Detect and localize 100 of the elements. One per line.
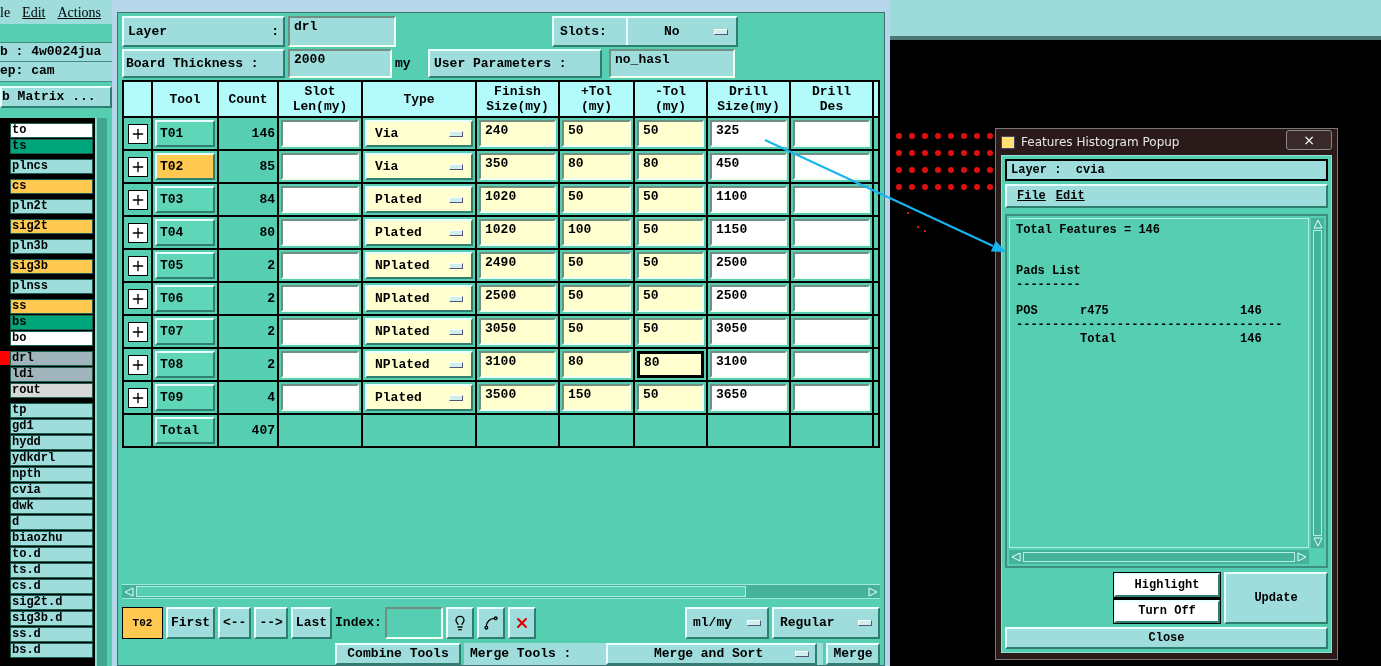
expand-button[interactable] (127, 123, 148, 144)
update-button[interactable]: Update (1224, 572, 1328, 624)
slot-length-field[interactable] (281, 318, 359, 345)
layer-item[interactable]: to (10, 122, 93, 138)
tool-button[interactable]: T05 (155, 252, 215, 279)
minus-tolerance-field[interactable]: 50 (637, 285, 704, 312)
highlight-button[interactable]: Highlight (1114, 573, 1220, 597)
finish-size-field[interactable]: 1020 (479, 219, 556, 246)
slot-length-field[interactable] (281, 285, 359, 312)
plus-tolerance-field[interactable]: 80 (562, 153, 631, 180)
type-dropdown[interactable]: Plated (365, 384, 473, 411)
index-field[interactable] (384, 607, 443, 639)
mode-dropdown[interactable]: Regular (772, 607, 880, 639)
minus-tolerance-field[interactable]: 50 (637, 252, 704, 279)
tool-button[interactable]: T03 (155, 186, 215, 213)
tool-button[interactable]: T07 (155, 318, 215, 345)
drill-description-field[interactable] (793, 351, 870, 378)
drill-size-field[interactable]: 2500 (710, 252, 787, 279)
merge-button[interactable]: Merge (826, 643, 880, 665)
finish-size-field[interactable]: 2500 (479, 285, 556, 312)
layer-item[interactable]: hydd (10, 434, 93, 450)
finish-size-field[interactable]: 350 (479, 153, 556, 180)
combine-tools-button[interactable]: Combine Tools (335, 643, 461, 665)
user-parameters-field[interactable]: no_hasl (609, 49, 735, 78)
tool-button[interactable]: T02 (155, 153, 215, 180)
drill-description-field[interactable] (793, 252, 870, 279)
plus-tolerance-field[interactable]: 50 (562, 285, 631, 312)
layer-item[interactable]: ts (10, 138, 93, 154)
finish-size-field[interactable]: 3050 (479, 318, 556, 345)
slot-length-field[interactable] (281, 351, 359, 378)
finish-size-field[interactable]: 240 (479, 120, 556, 147)
layer-item[interactable]: ss (10, 298, 93, 314)
expand-button[interactable] (127, 288, 148, 309)
layer-item[interactable]: sig2t (10, 218, 93, 234)
drill-description-field[interactable] (793, 384, 870, 411)
layer-field[interactable]: drl (288, 16, 396, 47)
type-dropdown[interactable]: Via (365, 153, 473, 180)
type-dropdown[interactable]: Plated (365, 186, 473, 213)
finish-size-field[interactable]: 2490 (479, 252, 556, 279)
drill-size-field[interactable]: 1100 (710, 186, 787, 213)
horizontal-scrollbar[interactable] (122, 584, 880, 599)
scroll-up-icon[interactable] (1312, 219, 1323, 229)
thickness-field[interactable]: 2000 (288, 49, 392, 78)
expand-button[interactable] (127, 156, 148, 177)
type-dropdown[interactable]: Plated (365, 219, 473, 246)
tool-button[interactable]: T08 (155, 351, 215, 378)
layer-item[interactable]: ydkdrl (10, 450, 93, 466)
expand-button[interactable] (127, 387, 148, 408)
expand-button[interactable] (127, 354, 148, 375)
drill-description-field[interactable] (793, 186, 870, 213)
menu-item[interactable]: Edit (1055, 187, 1085, 205)
layer-item[interactable]: bo (10, 330, 93, 346)
scroll-down-icon[interactable] (1312, 537, 1323, 547)
minus-tolerance-field[interactable]: 80 (637, 153, 704, 180)
scroll-right-icon[interactable] (868, 586, 878, 597)
tool-button[interactable]: T06 (155, 285, 215, 312)
delete-button[interactable] (507, 607, 536, 639)
layer-item[interactable]: ts.d (10, 562, 93, 578)
slot-length-field[interactable] (281, 186, 359, 213)
layer-item[interactable]: ss.d (10, 626, 93, 642)
layer-item[interactable]: bs (10, 314, 93, 330)
layer-item[interactable]: rout (10, 382, 93, 398)
layer-item[interactable]: sig3b (10, 258, 93, 274)
layer-item[interactable]: pln3b (10, 238, 93, 254)
turn-off-button[interactable]: Turn Off (1114, 599, 1220, 623)
layer-item[interactable]: dwk (10, 498, 93, 514)
type-dropdown[interactable]: NPlated (365, 252, 473, 279)
plus-tolerance-field[interactable]: 50 (562, 318, 631, 345)
slot-length-field[interactable] (281, 219, 359, 246)
layer-item[interactable]: bs.d (10, 642, 93, 658)
vertical-scrollbar[interactable] (1311, 218, 1324, 548)
finish-size-field[interactable]: 3500 (479, 384, 556, 411)
close-button[interactable]: × (1286, 130, 1332, 150)
menu-item[interactable]: File (1017, 187, 1046, 205)
plus-tolerance-field[interactable]: 50 (562, 186, 631, 213)
layer-item[interactable]: d (10, 514, 93, 530)
scroll-left-icon[interactable] (1011, 552, 1021, 562)
drill-description-field[interactable] (793, 120, 870, 147)
finish-size-field[interactable]: 1020 (479, 186, 556, 213)
slot-length-field[interactable] (281, 153, 359, 180)
tool-button[interactable]: T09 (155, 384, 215, 411)
user-parameters-button[interactable]: User Parameters : (428, 49, 602, 78)
navigation-button[interactable]: Last (290, 607, 333, 639)
plus-tolerance-field[interactable]: 150 (562, 384, 631, 411)
tool-button[interactable]: T01 (155, 120, 215, 147)
layer-item[interactable]: npth (10, 466, 93, 482)
slot-length-field[interactable] (281, 120, 359, 147)
layer-item[interactable]: to.d (10, 546, 93, 562)
drill-size-field[interactable]: 2500 (710, 285, 787, 312)
expand-button[interactable] (127, 321, 148, 342)
drill-size-field[interactable]: 1150 (710, 219, 787, 246)
layer-item[interactable]: plnss (10, 278, 93, 294)
plus-tolerance-field[interactable]: 50 (562, 252, 631, 279)
units-dropdown[interactable]: ml/my (685, 607, 769, 639)
slots-control[interactable]: Slots: No (552, 16, 738, 47)
type-dropdown[interactable]: Via (365, 120, 473, 147)
drill-description-field[interactable] (793, 285, 870, 312)
type-dropdown[interactable]: NPlated (365, 285, 473, 312)
expand-button[interactable] (127, 189, 148, 210)
slot-length-field[interactable] (281, 384, 359, 411)
